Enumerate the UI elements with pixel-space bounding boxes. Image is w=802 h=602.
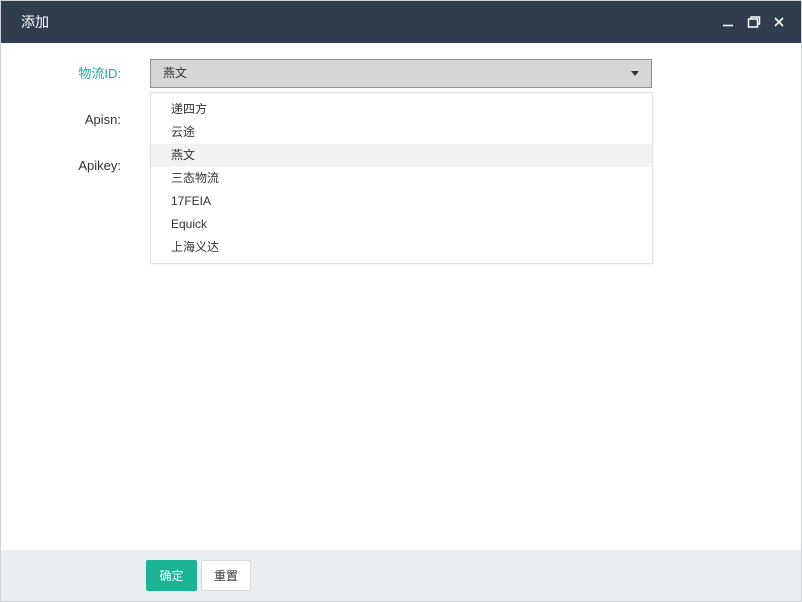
dropdown-option[interactable]: 云途 bbox=[151, 121, 652, 144]
apisn-label: Apisn: bbox=[84, 112, 121, 127]
dialog-footer: 确定 重置 bbox=[1, 550, 801, 601]
logistics-row: 物流ID: bbox=[1, 59, 121, 89]
dropdown-option[interactable]: 17FEIA bbox=[151, 190, 652, 213]
maximize-icon[interactable] bbox=[744, 12, 764, 32]
dialog-title: 添加 bbox=[21, 14, 49, 30]
logistics-select[interactable]: 燕文 bbox=[150, 59, 652, 88]
dropdown-option[interactable]: 上海义达 bbox=[151, 236, 652, 259]
confirm-button[interactable]: 确定 bbox=[146, 560, 197, 591]
minimize-icon[interactable] bbox=[718, 12, 738, 32]
apikey-row: Apikey: bbox=[1, 151, 121, 181]
apikey-label: Apikey: bbox=[78, 158, 121, 173]
apisn-row: Apisn: bbox=[1, 105, 121, 135]
dropdown-option[interactable]: Equick bbox=[151, 213, 652, 236]
logistics-id-label: 物流ID: bbox=[78, 66, 121, 81]
logistics-select-value: 燕文 bbox=[163, 66, 188, 80]
close-icon[interactable] bbox=[769, 12, 789, 32]
add-dialog: 添加 物流ID: Apisn: Apikey: 燕文 递四方 云途 燕文 三态物… bbox=[0, 0, 802, 602]
dropdown-option[interactable]: 三态物流 bbox=[151, 167, 652, 190]
logistics-dropdown: 递四方 云途 燕文 三态物流 17FEIA Equick 上海义达 bbox=[150, 92, 653, 264]
dialog-titlebar: 添加 bbox=[1, 1, 801, 43]
reset-button[interactable]: 重置 bbox=[201, 560, 251, 591]
dropdown-option-selected[interactable]: 燕文 bbox=[151, 144, 652, 167]
dropdown-option[interactable]: 递四方 bbox=[151, 98, 652, 121]
caret-down-icon bbox=[631, 71, 639, 76]
